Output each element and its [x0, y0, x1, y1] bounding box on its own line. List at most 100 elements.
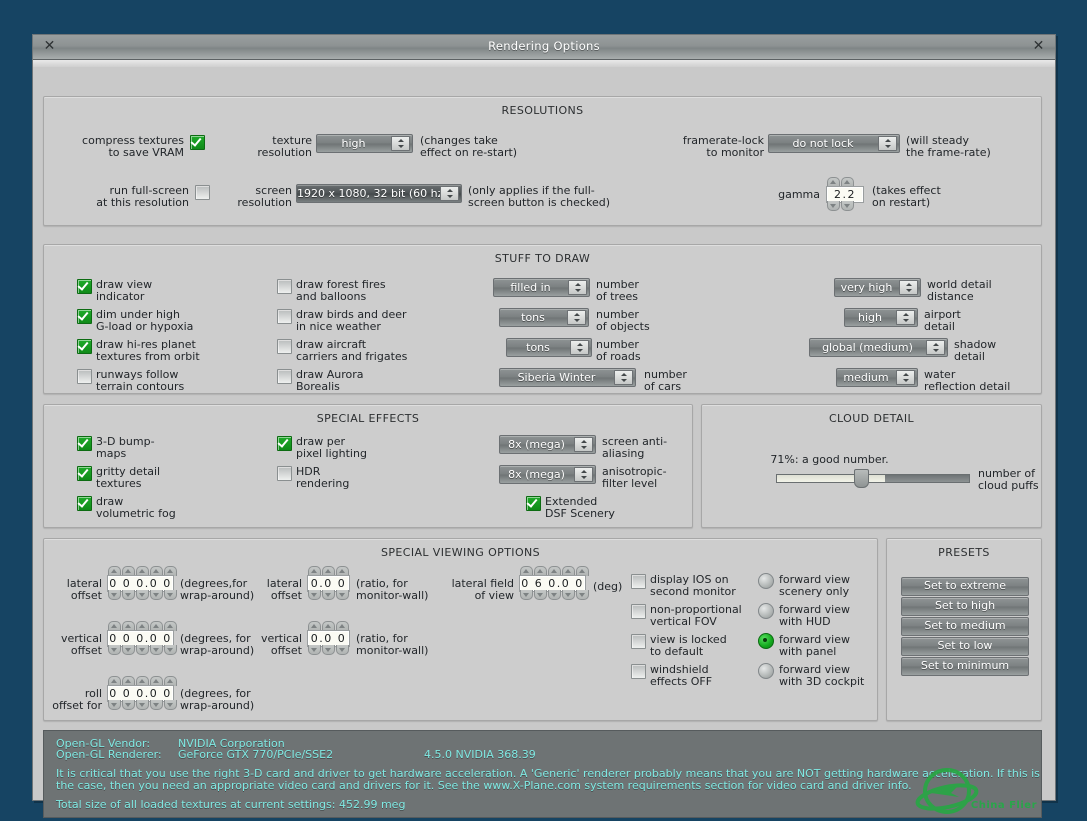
- number-of-objects-dropdown[interactable]: tons: [499, 308, 589, 327]
- shadow-detail-dropdown[interactable]: global (medium): [809, 338, 948, 357]
- stepper-down-arrows[interactable]: [520, 590, 589, 600]
- birds-and-deer-checkbox[interactable]: [277, 309, 292, 324]
- chevron-updown-icon[interactable]: [570, 340, 589, 355]
- gamma-down-arrows[interactable]: [827, 201, 854, 211]
- per-pixel-lighting-checkbox[interactable]: [277, 436, 292, 451]
- display-ios-checkbox[interactable]: [631, 574, 646, 589]
- water-reflection-detail-dropdown[interactable]: medium: [836, 368, 918, 387]
- compress-textures-checkbox[interactable]: [190, 135, 205, 150]
- chevron-updown-icon[interactable]: [926, 340, 945, 355]
- volumetric-fog-checkbox[interactable]: [77, 496, 92, 511]
- arrow-down-icon[interactable]: [164, 590, 177, 600]
- arrow-down-icon[interactable]: [150, 645, 163, 655]
- cloud-puffs-slider[interactable]: [776, 474, 970, 483]
- gritty-detail-textures-checkbox[interactable]: [77, 466, 92, 481]
- set-to-extreme-button[interactable]: Set to extreme: [901, 577, 1029, 596]
- arrow-down-icon[interactable]: [122, 645, 135, 655]
- chevron-updown-icon[interactable]: [614, 370, 633, 385]
- texture-resolution-dropdown[interactable]: high: [316, 134, 413, 153]
- stepper-down-arrows[interactable]: [308, 590, 349, 600]
- forest-fires-checkbox[interactable]: [277, 279, 292, 294]
- chevron-updown-icon[interactable]: [896, 310, 915, 325]
- lateral-offset-deg-stepper[interactable]: 0 0 0.0 0: [107, 566, 177, 600]
- number-of-cars-dropdown[interactable]: Siberia Winter: [499, 368, 636, 387]
- arrow-down-icon[interactable]: [322, 645, 335, 655]
- arrow-down-icon[interactable]: [308, 645, 321, 655]
- full-screen-checkbox[interactable]: [195, 185, 210, 200]
- chevron-updown-icon[interactable]: [878, 136, 897, 151]
- set-to-high-button[interactable]: Set to high: [901, 597, 1029, 616]
- chevron-updown-icon[interactable]: [896, 370, 915, 385]
- stepper-down-arrows[interactable]: [308, 645, 349, 655]
- arrow-down-icon[interactable]: [548, 590, 561, 600]
- arrow-down-icon[interactable]: [308, 590, 321, 600]
- extended-dsf-scenery-checkbox[interactable]: [526, 496, 541, 511]
- aircraft-carriers-checkbox[interactable]: [277, 339, 292, 354]
- radio-forward-view-scenery-only[interactable]: [758, 573, 774, 589]
- world-detail-distance-dropdown[interactable]: very high: [834, 278, 921, 297]
- arrow-down-icon[interactable]: [136, 700, 149, 710]
- stepper-down-arrows[interactable]: [108, 700, 177, 710]
- vertical-offset-ratio-stepper[interactable]: 0.0 0: [307, 621, 350, 655]
- arrow-down-icon[interactable]: [108, 700, 121, 710]
- chevron-updown-icon[interactable]: [574, 437, 593, 452]
- vertical-offset-deg-stepper[interactable]: 0 0 0.0 0: [107, 621, 177, 655]
- arrow-down-icon[interactable]: [322, 590, 335, 600]
- arrow-down-icon[interactable]: [136, 590, 149, 600]
- draw-view-indicator-checkbox[interactable]: [77, 279, 92, 294]
- stepper-down-arrows[interactable]: [108, 645, 177, 655]
- screen-resolution-dropdown[interactable]: 1920 x 1080, 32 bit (60 hz): [296, 184, 462, 203]
- close-icon-right[interactable]: ✕: [1030, 38, 1047, 55]
- arrow-down-icon[interactable]: [122, 700, 135, 710]
- gamma-stepper[interactable]: 2.2: [826, 177, 864, 211]
- radio-forward-view-with-3d-cockpit[interactable]: [758, 663, 774, 679]
- chevron-updown-icon[interactable]: [567, 310, 586, 325]
- set-to-minimum-button[interactable]: Set to minimum: [901, 657, 1029, 676]
- roll-offset-stepper[interactable]: 0 0 0.0 0: [107, 676, 177, 710]
- arrow-down-icon[interactable]: [164, 645, 177, 655]
- arrow-down-icon[interactable]: [534, 590, 547, 600]
- lateral-offset-ratio-stepper[interactable]: 0.0 0: [307, 566, 350, 600]
- framerate-lock-dropdown[interactable]: do not lock: [768, 134, 900, 153]
- dim-under-g-load-checkbox[interactable]: [77, 309, 92, 324]
- airport-detail-dropdown[interactable]: high: [844, 308, 918, 327]
- anti-aliasing-dropdown[interactable]: 8x (mega): [499, 435, 596, 454]
- number-of-trees-dropdown[interactable]: filled in: [493, 278, 590, 297]
- chevron-updown-icon[interactable]: [568, 280, 587, 295]
- hdr-rendering-checkbox[interactable]: [277, 466, 292, 481]
- arrow-down-icon[interactable]: [562, 590, 575, 600]
- chevron-updown-icon[interactable]: [391, 136, 410, 151]
- chevron-updown-icon[interactable]: [899, 280, 918, 295]
- aurora-borealis-checkbox[interactable]: [277, 369, 292, 384]
- arrow-down-icon[interactable]: [150, 700, 163, 710]
- anisotropic-filter-dropdown[interactable]: 8x (mega): [499, 465, 596, 484]
- lateral-fov-stepper[interactable]: 0 6 0.0 0: [519, 566, 589, 600]
- stepper-down-arrows[interactable]: [108, 590, 177, 600]
- set-to-low-button[interactable]: Set to low: [901, 637, 1029, 656]
- arrow-down-icon[interactable]: [108, 590, 121, 600]
- arrow-down-icon[interactable]: [520, 590, 533, 600]
- arrow-down-icon[interactable]: [336, 590, 349, 600]
- set-to-medium-button[interactable]: Set to medium: [901, 617, 1029, 636]
- number-of-roads-dropdown[interactable]: tons: [506, 338, 592, 357]
- bump-maps-checkbox[interactable]: [77, 436, 92, 451]
- arrow-down-icon[interactable]: [164, 700, 177, 710]
- arrow-down-icon[interactable]: [576, 590, 589, 600]
- non-proportional-fov-checkbox[interactable]: [631, 604, 646, 619]
- view-locked-checkbox[interactable]: [631, 634, 646, 649]
- hi-res-planet-checkbox[interactable]: [77, 339, 92, 354]
- windshield-effects-checkbox[interactable]: [631, 664, 646, 679]
- arrow-down-icon[interactable]: [136, 645, 149, 655]
- arrow-down-icon[interactable]: [150, 590, 163, 600]
- arrow-down-icon[interactable]: [336, 645, 349, 655]
- runways-follow-terrain-checkbox[interactable]: [77, 369, 92, 384]
- chevron-updown-icon[interactable]: [440, 186, 459, 201]
- radio-forward-view-with-panel[interactable]: [758, 633, 774, 649]
- radio-forward-view-with-hud[interactable]: [758, 603, 774, 619]
- arrow-down-icon[interactable]: [122, 590, 135, 600]
- cloud-puffs-slider-knob[interactable]: [854, 469, 869, 488]
- arrow-down-icon[interactable]: [827, 201, 840, 211]
- arrow-down-icon[interactable]: [841, 201, 854, 211]
- arrow-down-icon[interactable]: [108, 645, 121, 655]
- chevron-updown-icon[interactable]: [574, 467, 593, 482]
